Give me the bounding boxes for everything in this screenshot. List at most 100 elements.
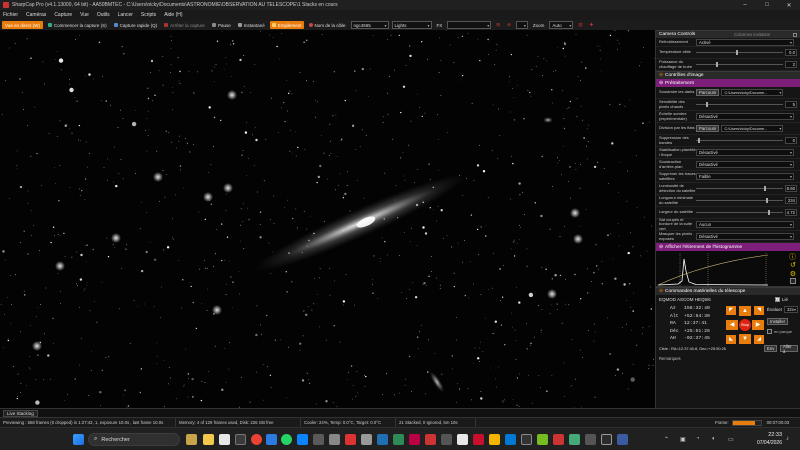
heater-slider[interactable]: 2 <box>696 61 797 68</box>
slew-rate-select[interactable]: 32x <box>784 306 798 313</box>
taskbar-search[interactable]: ⌕ Rechercher <box>88 433 180 446</box>
notification-bell-icon[interactable]: ♪ <box>786 436 789 442</box>
slew-sw-button[interactable]: ◣ <box>726 335 736 344</box>
slew-ne-button[interactable]: ◥ <box>754 306 764 315</box>
reset-stretch-icon[interactable]: ↺ <box>790 261 796 269</box>
task-view-icon[interactable] <box>186 434 197 445</box>
grid-icon[interactable]: ⊞ <box>494 21 502 29</box>
tray-app-icon[interactable]: ▣ <box>680 436 686 443</box>
fx-select[interactable] <box>447 21 492 29</box>
temp-value[interactable]: 0.0 <box>785 49 797 56</box>
menu-tools[interactable]: Outils <box>97 12 110 18</box>
maximize-button[interactable]: □ <box>756 0 778 10</box>
app-icon-13[interactable] <box>505 434 516 445</box>
battery-icon[interactable]: ▭ <box>728 436 734 443</box>
gain-mask-select[interactable]: Désactivé <box>696 233 794 240</box>
slew-se-button[interactable]: ◢ <box>754 335 764 344</box>
app-icon-18[interactable] <box>601 434 612 445</box>
app-icon-17[interactable] <box>585 434 596 445</box>
sat-thresh-slider[interactable]: 8.60 <box>696 185 797 192</box>
sat-width-value[interactable]: 4.72 <box>785 209 797 216</box>
clock-time[interactable]: 22:33 <box>752 432 782 438</box>
send-button[interactable]: Env <box>764 345 778 352</box>
slew-east-button[interactable]: ◀ <box>726 320 738 330</box>
file-explorer-icon[interactable] <box>203 434 214 445</box>
app-icon-16[interactable] <box>569 434 580 445</box>
histogram-icon[interactable]: ▥ <box>576 21 584 29</box>
connect-checkbox[interactable]: ✓ <box>775 297 780 302</box>
live-stacking-tab[interactable]: Live Stacking <box>3 409 38 417</box>
menu-capture[interactable]: Capture <box>54 12 72 18</box>
sat-thresh-value[interactable]: 8.60 <box>785 185 797 192</box>
menu-view[interactable]: Vue <box>80 12 89 18</box>
parked-checkbox[interactable] <box>767 329 772 334</box>
park-button[interactable]: Installer <box>767 318 789 325</box>
hot-pixel-slider[interactable]: 5 <box>696 101 797 108</box>
sat-min-value[interactable]: 234 <box>785 197 797 204</box>
menu-launch[interactable]: Lancer <box>118 12 133 18</box>
goto-button[interactable]: Aller à <box>780 344 798 354</box>
sat-mask-select[interactable]: Aucun <box>696 221 794 228</box>
satellite-select[interactable]: Faible <box>696 173 794 180</box>
darks-browse-button[interactable]: Parcourir <box>696 89 720 96</box>
heater-value[interactable]: 2 <box>785 61 797 68</box>
mount-controls-header[interactable]: ⊖ Commandes matérielles du télescope <box>656 287 800 295</box>
sat-min-slider[interactable]: 234 <box>696 197 797 204</box>
app-icon-5[interactable] <box>377 434 388 445</box>
dark-scale-select[interactable]: Désactivé <box>696 113 794 120</box>
stacking-button[interactable]: Empilement <box>269 21 304 29</box>
pause-button[interactable]: Pause <box>210 21 233 29</box>
histogram-checkbox[interactable] <box>790 278 796 284</box>
app-icon-14[interactable] <box>521 434 532 445</box>
preprocessing-header[interactable]: ⊖ Prétraitement <box>656 79 800 87</box>
app-icon-1[interactable] <box>313 434 324 445</box>
temp-slider[interactable]: 0.0 <box>696 49 797 56</box>
slew-nw-button[interactable]: ◤ <box>726 306 736 315</box>
app-icon-3[interactable] <box>345 434 356 445</box>
darks-path-select[interactable]: C:\Users\nicky\Docume... <box>721 89 784 96</box>
slew-north-button[interactable]: ▲ <box>739 306 751 316</box>
volume-icon[interactable]: ◐ <box>712 436 716 442</box>
settings-gear-icon[interactable]: ⚙ <box>790 270 796 278</box>
snapshot-button[interactable]: Instantané <box>236 21 267 29</box>
sat-width-slider[interactable]: 4.72 <box>696 209 797 216</box>
frame-type-select[interactable]: Lights <box>391 21 432 29</box>
app-icon-10[interactable] <box>457 434 468 445</box>
minimize-button[interactable]: – <box>734 0 756 10</box>
image-controls-header[interactable]: ⊖ Contrôles d'image <box>656 71 800 79</box>
app-icon-9[interactable] <box>441 434 452 445</box>
menu-file[interactable]: Fichier <box>3 12 18 18</box>
histogram-area[interactable]: ⓘ ↺ ⚙ <box>656 251 800 287</box>
histogram-header[interactable]: ⊖ Afficher l'étirement de l'histogramme <box>656 243 800 251</box>
windows-start-icon[interactable] <box>73 434 84 445</box>
app-icon-19[interactable] <box>617 434 628 445</box>
clock-date[interactable]: 07/04/2026 <box>752 440 782 446</box>
app-icon-7[interactable] <box>409 434 420 445</box>
chrome-icon[interactable] <box>251 434 262 445</box>
live-view-button[interactable]: Vue en direct (W) <box>2 21 43 29</box>
close-button[interactable]: ✕ <box>778 0 800 10</box>
cooling-select[interactable]: Activé <box>696 38 794 46</box>
app-icon-6[interactable] <box>393 434 404 445</box>
target-name-field[interactable]: ngc4565 <box>350 21 389 29</box>
app-icon-11[interactable] <box>473 434 484 445</box>
menu-scripts[interactable]: Scripts <box>141 12 156 18</box>
whatsapp-icon[interactable] <box>281 434 292 445</box>
mail-icon[interactable] <box>266 434 277 445</box>
app-icon-15[interactable] <box>537 434 548 445</box>
slew-west-button[interactable]: ▶ <box>752 320 764 330</box>
flat-browse-button[interactable]: Parcourir <box>696 125 720 132</box>
image-viewport[interactable] <box>0 30 655 408</box>
flat-path-select[interactable]: C:\Users\nicky\Docume... <box>721 125 784 132</box>
app-icon-2[interactable] <box>329 434 340 445</box>
tray-chevron-icon[interactable]: ⌃ <box>664 436 669 443</box>
network-icon[interactable]: ◔ <box>696 436 700 442</box>
app-icon-12[interactable] <box>489 434 500 445</box>
zoom-select[interactable]: Auto <box>549 21 574 29</box>
stop-slew-button[interactable]: Stop <box>739 319 751 331</box>
bg-sub-select[interactable]: Désactivé <box>696 161 794 168</box>
hide-inactive-option[interactable]: Colonnes invitation <box>734 32 770 37</box>
edge-icon[interactable] <box>297 434 308 445</box>
sharpcap-taskbar-icon[interactable] <box>553 434 564 445</box>
app-icon-8[interactable] <box>425 434 436 445</box>
